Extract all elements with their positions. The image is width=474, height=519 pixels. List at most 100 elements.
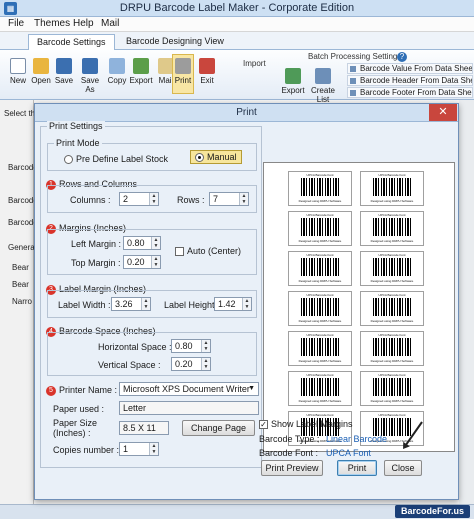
- batch-value-item[interactable]: Barcode Value From Data Sheet: [347, 63, 473, 74]
- preview-label-header: UPCA Barcode Font: [378, 373, 406, 377]
- preview-label-footer: Designed using DRPU Software: [370, 359, 414, 363]
- new-button[interactable]: New: [7, 58, 29, 85]
- preview-label-header: UPCA Barcode Font: [306, 173, 334, 177]
- spinner-arrows-icon[interactable]: ▲ ▼: [242, 298, 251, 310]
- label-height-label: Label Height :: [164, 300, 220, 310]
- main-right-scroll[interactable]: [459, 100, 474, 504]
- preview-label-header: UPCA Barcode Font: [378, 253, 406, 257]
- print-settings-group: Print Settings Print Mode Pre Define Lab…: [40, 121, 262, 468]
- spinner-arrows-icon[interactable]: ▲ ▼: [201, 340, 210, 352]
- spinner-arrows-icon[interactable]: ▲ ▼: [239, 193, 248, 205]
- show-margins-checkbox[interactable]: ✓ Show Label Margins: [259, 419, 353, 430]
- preview-label: UPCA Barcode Font Designed using DRPU Sof…: [288, 291, 352, 326]
- save-button[interactable]: Save: [53, 58, 75, 85]
- dialog-title: Print: [236, 107, 257, 118]
- preview-label-header: UPCA Barcode Font: [306, 413, 334, 417]
- printer-name-label-wrap: 5 Printer Name :: [46, 385, 117, 396]
- export-icon: [133, 58, 149, 74]
- predefine-radio[interactable]: Pre Define Label Stock: [64, 154, 169, 165]
- print-mode-legend: Print Mode: [54, 138, 102, 148]
- spinner-arrows-icon[interactable]: ▲ ▼: [151, 256, 160, 268]
- menu-themes[interactable]: Themes: [34, 18, 70, 29]
- print-dialog-button[interactable]: Print: [337, 460, 377, 476]
- spinner-arrows-icon[interactable]: ▲ ▼: [141, 298, 150, 310]
- rows-columns-group: Columns : 2 ▲ ▼ Rows : 7 ▲ ▼: [47, 185, 257, 213]
- barcode-graphic: [373, 218, 413, 236]
- label-height-spinner[interactable]: 1.42 ▲ ▼: [214, 297, 252, 311]
- save-icon: [56, 58, 72, 74]
- ribbon: New Open Save Save As Copy Export Mail P…: [0, 50, 474, 104]
- barcode-graphic: [301, 178, 341, 196]
- ribbon-tabs: Barcode Settings Barcode Designing View: [0, 32, 474, 50]
- export-button[interactable]: Export: [129, 58, 153, 85]
- close-button[interactable]: Close: [384, 460, 422, 476]
- barcode-graphic: [373, 378, 413, 396]
- spinner-arrows-icon[interactable]: ▲ ▼: [201, 358, 210, 370]
- bg-label: Select th: [4, 109, 36, 118]
- print-button[interactable]: Print: [172, 54, 194, 94]
- preview-label-footer: Designed using DRPU Software: [298, 239, 342, 243]
- menu-file[interactable]: File: [8, 18, 24, 29]
- create-list-button[interactable]: Create List: [305, 68, 341, 104]
- print-settings-legend: Print Settings: [47, 121, 105, 131]
- rows-spinner[interactable]: 7 ▲ ▼: [209, 192, 249, 206]
- copies-spinner[interactable]: 1 ▲ ▼: [119, 442, 159, 456]
- horizontal-space-label: Horizontal Space :: [98, 342, 172, 352]
- copy-icon: [109, 58, 125, 74]
- barcode-font-label: Barcode Font :: [259, 448, 319, 458]
- help-icon[interactable]: ?: [397, 52, 407, 62]
- preview-label-footer: Designed using DRPU Software: [298, 359, 342, 363]
- print-mode-group: Print Mode Pre Define Label Stock Manual: [47, 138, 257, 171]
- menu-bar: File Themes Help Mail: [0, 17, 474, 32]
- spinner-arrows-icon[interactable]: ▲ ▼: [149, 443, 158, 455]
- preview-label: UPCA Barcode Font Designed using DRPU Sof…: [360, 251, 424, 286]
- print-label: Print: [174, 76, 192, 85]
- horizontal-space-value: 0.80: [175, 341, 193, 351]
- top-margin-spinner[interactable]: 0.20 ▲ ▼: [123, 255, 161, 269]
- change-page-button[interactable]: Change Page: [182, 420, 255, 436]
- open-icon: [33, 58, 49, 74]
- show-margins-label: Show Label Margins: [271, 419, 353, 429]
- copy-button[interactable]: Copy: [106, 58, 128, 85]
- preview-label-footer: Designed using DRPU Software: [370, 319, 414, 323]
- bg-label: Genera: [8, 243, 35, 252]
- vertical-space-value: 0.20: [175, 359, 193, 369]
- tab-barcode-designing-view[interactable]: Barcode Designing View: [118, 34, 232, 50]
- top-margin-label: Top Margin :: [71, 258, 121, 268]
- manual-radio[interactable]: Manual: [190, 150, 242, 165]
- radio-icon: [64, 155, 73, 165]
- menu-mail[interactable]: Mail: [101, 18, 119, 29]
- copies-label: Copies number :: [53, 445, 120, 455]
- vertical-space-spinner[interactable]: 0.20 ▲ ▼: [171, 357, 211, 371]
- left-margin-spinner[interactable]: 0.80 ▲ ▼: [123, 236, 161, 250]
- batch-footer-item[interactable]: Barcode Footer From Data Sheet: [347, 87, 473, 98]
- preview-label-header: UPCA Barcode Font: [378, 293, 406, 297]
- auto-center-checkbox[interactable]: Auto (Center): [175, 246, 241, 257]
- import-export-button[interactable]: Export: [281, 68, 305, 95]
- copies-value: 1: [123, 444, 129, 454]
- export-label: Export: [129, 76, 153, 85]
- spinner-arrows-icon[interactable]: ▲ ▼: [149, 193, 158, 205]
- columns-spinner[interactable]: 2 ▲ ▼: [119, 192, 159, 206]
- label-width-spinner[interactable]: 3.26 ▲ ▼: [111, 297, 151, 311]
- exit-icon: [199, 58, 215, 74]
- batch-header-item[interactable]: Barcode Header From Data Sheet: [347, 75, 473, 86]
- open-button[interactable]: Open: [30, 58, 52, 85]
- printer-select[interactable]: Microsoft XPS Document Writer ▼: [119, 382, 259, 396]
- horizontal-space-spinner[interactable]: 0.80 ▲ ▼: [171, 339, 211, 353]
- close-icon[interactable]: ✕: [429, 104, 457, 121]
- save-as-button[interactable]: Save As: [76, 58, 104, 94]
- menu-help[interactable]: Help: [73, 18, 94, 29]
- exit-button[interactable]: Exit: [196, 58, 218, 85]
- print-preview-button[interactable]: Print Preview: [261, 460, 323, 476]
- import-export-label: Export: [281, 86, 305, 95]
- predefine-label: Pre Define Label Stock: [76, 154, 169, 164]
- barcode-graphic: [373, 258, 413, 276]
- columns-value: 2: [123, 194, 129, 204]
- tab-barcode-settings[interactable]: Barcode Settings: [28, 34, 115, 50]
- spinner-arrows-icon[interactable]: ▲ ▼: [151, 237, 160, 249]
- preview-label: UPCA Barcode Font Designed using DRPU Sof…: [288, 251, 352, 286]
- save-as-label: Save As: [80, 76, 100, 94]
- dialog-title-bar: Print ✕: [35, 104, 458, 122]
- barcode-graphic: [301, 378, 341, 396]
